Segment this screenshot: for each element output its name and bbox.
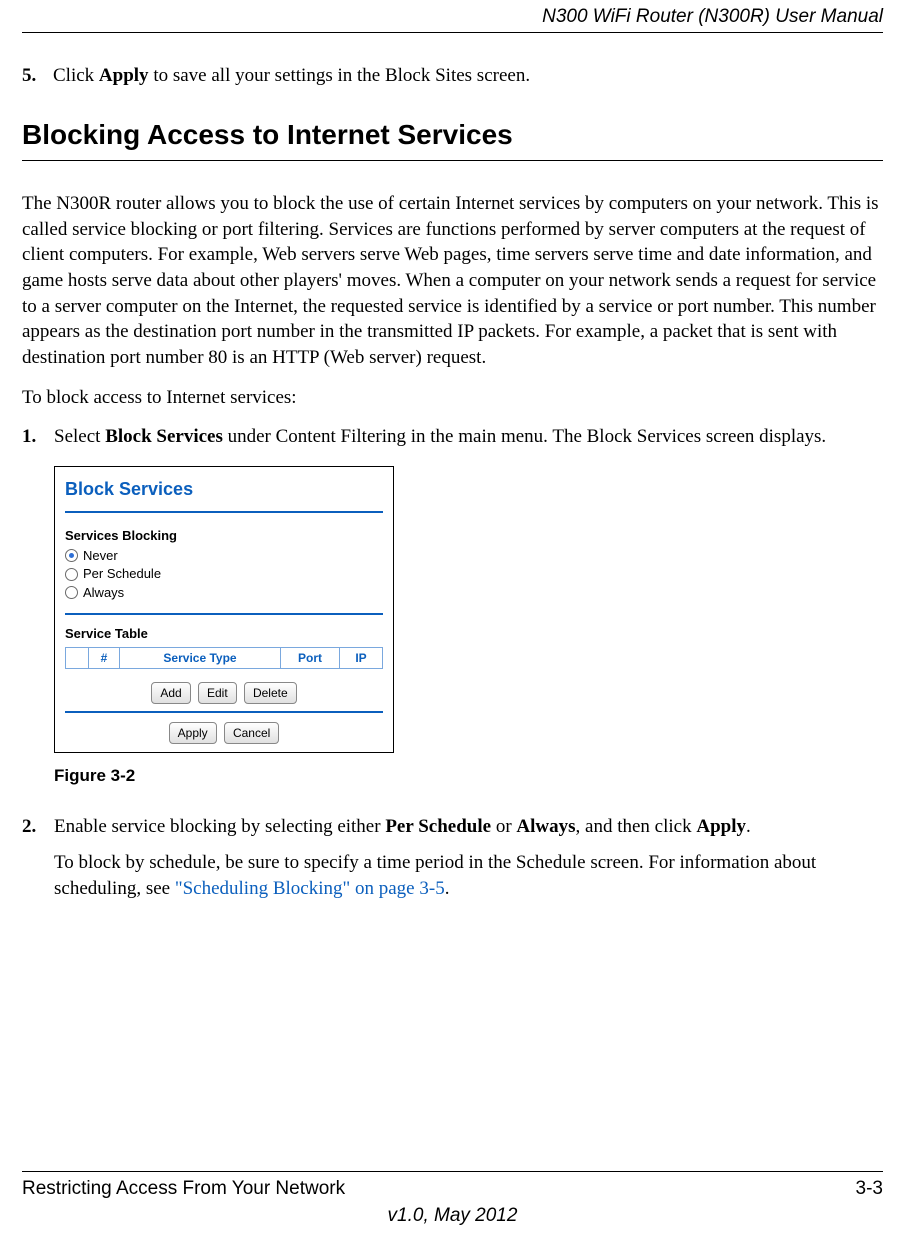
service-table-label: Service Table [65,625,383,643]
radio-per-schedule[interactable]: Per Schedule [65,565,383,583]
col-number: # [89,647,120,668]
step-5-text-pre: Click [53,65,99,86]
section-heading-text: Blocking Access to Internet Services [22,119,513,150]
always-keyword: Always [516,816,575,837]
apply-keyword-2: Apply [696,816,746,837]
button-row-edit: Add Edit Delete [65,679,383,705]
step-5-number: 5. [22,65,48,86]
radio-dot-icon [65,549,78,562]
step-2: 2. Enable service blocking by selecting … [22,814,883,901]
step-5-text-post: to save all your settings in the Block S… [149,65,531,86]
delete-button[interactable]: Delete [244,682,297,704]
step-1: 1. Select Block Services under Content F… [22,424,883,450]
step-2-para2-post: . [445,878,450,899]
footer-section: Restricting Access From Your Network [22,1176,345,1202]
block-services-keyword: Block Services [105,426,223,447]
button-row-apply: Apply Cancel [65,711,383,745]
step-1-number: 1. [22,424,54,450]
lead-paragraph: To block access to Internet services: [22,385,883,411]
step-1-body: Select Block Services under Content Filt… [54,424,883,450]
radio-always[interactable]: Always [65,584,383,602]
radio-never-label: Never [83,547,118,565]
manual-title: N300 WiFi Router (N300R) User Manual [542,6,883,27]
radio-never[interactable]: Never [65,547,383,565]
page-footer: Restricting Access From Your Network 3-3… [22,1171,883,1229]
step-2-line2: To block by schedule, be sure to specify… [54,850,883,901]
apply-button[interactable]: Apply [169,722,217,744]
step-2-line1: Enable service blocking by selecting eit… [54,814,883,840]
step-2-pre: Enable service blocking by selecting eit… [54,816,385,837]
services-blocking-label: Services Blocking [65,527,383,545]
intro-paragraph: The N300R router allows you to block the… [22,191,883,370]
edit-button[interactable]: Edit [198,682,237,704]
radio-per-schedule-label: Per Schedule [83,565,161,583]
per-schedule-keyword: Per Schedule [385,816,491,837]
footer-version: v1.0, May 2012 [22,1203,883,1229]
step-1-post: under Content Filtering in the main menu… [223,426,826,447]
col-ip: IP [340,647,383,668]
apply-keyword: Apply [99,65,149,86]
step-2-mid2: , and then click [576,816,697,837]
footer-page-number: 3-3 [856,1176,883,1202]
service-table: # Service Type Port IP [65,647,383,669]
block-services-screenshot: Block Services Services Blocking Never P… [54,466,394,754]
step-2-body: Enable service blocking by selecting eit… [54,814,883,901]
radio-dot-icon [65,568,78,581]
col-select [66,647,89,668]
add-button[interactable]: Add [151,682,190,704]
scheduling-blocking-link[interactable]: "Scheduling Blocking" on page 3-5 [175,878,445,899]
screenshot-title: Block Services [65,473,383,513]
page-header: N300 WiFi Router (N300R) User Manual [22,0,883,33]
step-2-number: 2. [22,814,54,901]
col-service-type: Service Type [120,647,281,668]
radio-dot-icon [65,586,78,599]
step-5: 5. Click Apply to save all your settings… [22,63,883,89]
col-port: Port [281,647,340,668]
section-heading: Blocking Access to Internet Services [22,116,883,161]
radio-always-label: Always [83,584,124,602]
step-1-pre: Select [54,426,105,447]
step-2-post: . [746,816,751,837]
figure-caption: Figure 3-2 [54,765,883,788]
divider [65,613,383,615]
step-2-mid1: or [491,816,516,837]
cancel-button[interactable]: Cancel [224,722,279,744]
